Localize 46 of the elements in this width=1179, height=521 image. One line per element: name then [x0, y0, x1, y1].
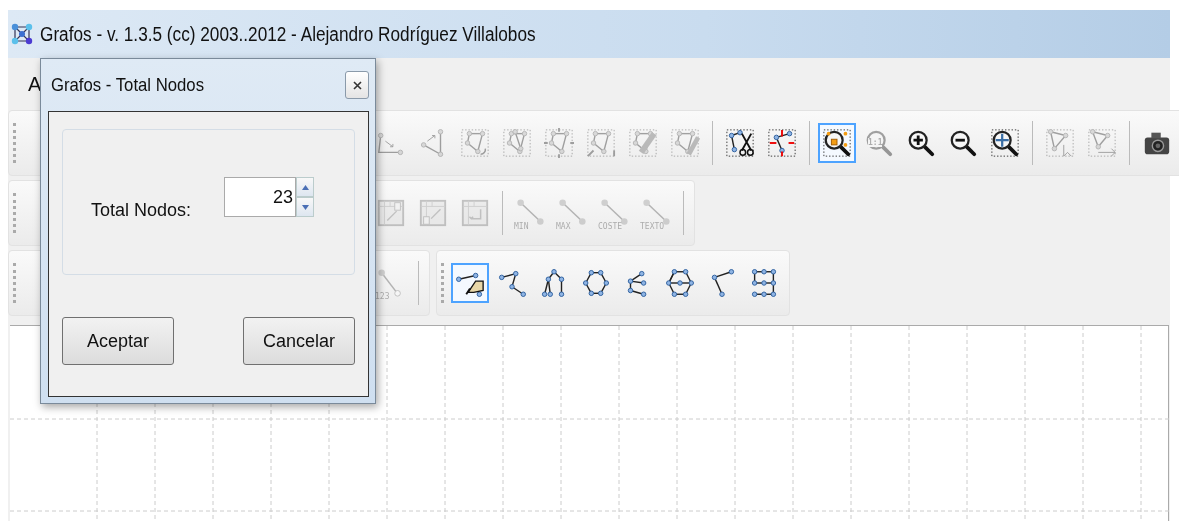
grid-icon: [460, 198, 490, 228]
weighted-edge-icon: [557, 198, 587, 228]
graph-icon: [544, 128, 574, 158]
up-arrow-icon: [301, 184, 309, 190]
menu-item[interactable]: A: [28, 72, 42, 96]
toolbar-grip[interactable]: [441, 263, 447, 303]
compress-icon: [767, 128, 797, 158]
zoom-out-icon: [948, 128, 978, 158]
graph-icon: [460, 128, 490, 158]
spin-up-button[interactable]: [296, 177, 315, 197]
zoom-icon: [822, 128, 852, 158]
graph-icon: [586, 128, 616, 158]
weighted-edge-icon: [599, 198, 629, 228]
zoom-icon: [864, 128, 894, 158]
down-arrow-icon: [301, 204, 309, 210]
grid-icon: [418, 198, 448, 228]
number-field[interactable]: 23: [224, 177, 297, 217]
graph-icon: [1045, 128, 1075, 158]
cycle-graph-icon: [581, 268, 611, 298]
weighted-edge-icon: [641, 198, 671, 228]
dialog-button[interactable]: Cancelar: [243, 317, 355, 365]
dialog-button[interactable]: Aceptar: [62, 317, 174, 365]
grid-graph-icon: [749, 268, 779, 298]
zoom-in-icon: [906, 128, 936, 158]
graph-icon: [670, 128, 700, 158]
field-label: Total Nodos:: [91, 199, 192, 221]
grid-icon: [376, 198, 406, 228]
weighted-edge-icon: [515, 198, 545, 228]
close-button[interactable]: [345, 71, 369, 99]
graph-logo-icon: [10, 22, 34, 46]
toolbar-grip[interactable]: [13, 193, 19, 233]
dialog-title: Grafos - Total Nodos: [51, 74, 205, 96]
tree-graph-icon: [497, 268, 527, 298]
toolbar-grip[interactable]: [13, 263, 19, 303]
toolbar-grip[interactable]: [13, 123, 19, 163]
graph-icon: [1087, 128, 1117, 158]
window-title: Grafos - v. 1.3.5 (cc) 2003..2012 - Alejandro Rodríguez Villalobos: [40, 22, 536, 46]
toolbar-button[interactable]: [451, 263, 489, 303]
graph-icon: [628, 128, 658, 158]
spin-down-button[interactable]: [296, 197, 315, 217]
toolbar-button[interactable]: [818, 123, 856, 163]
scissors-icon: [725, 128, 755, 158]
wheel-graph-icon: [665, 268, 695, 298]
zoom-fit-icon: [990, 128, 1020, 158]
close-icon: [352, 80, 362, 90]
graph-icon: [502, 128, 532, 158]
